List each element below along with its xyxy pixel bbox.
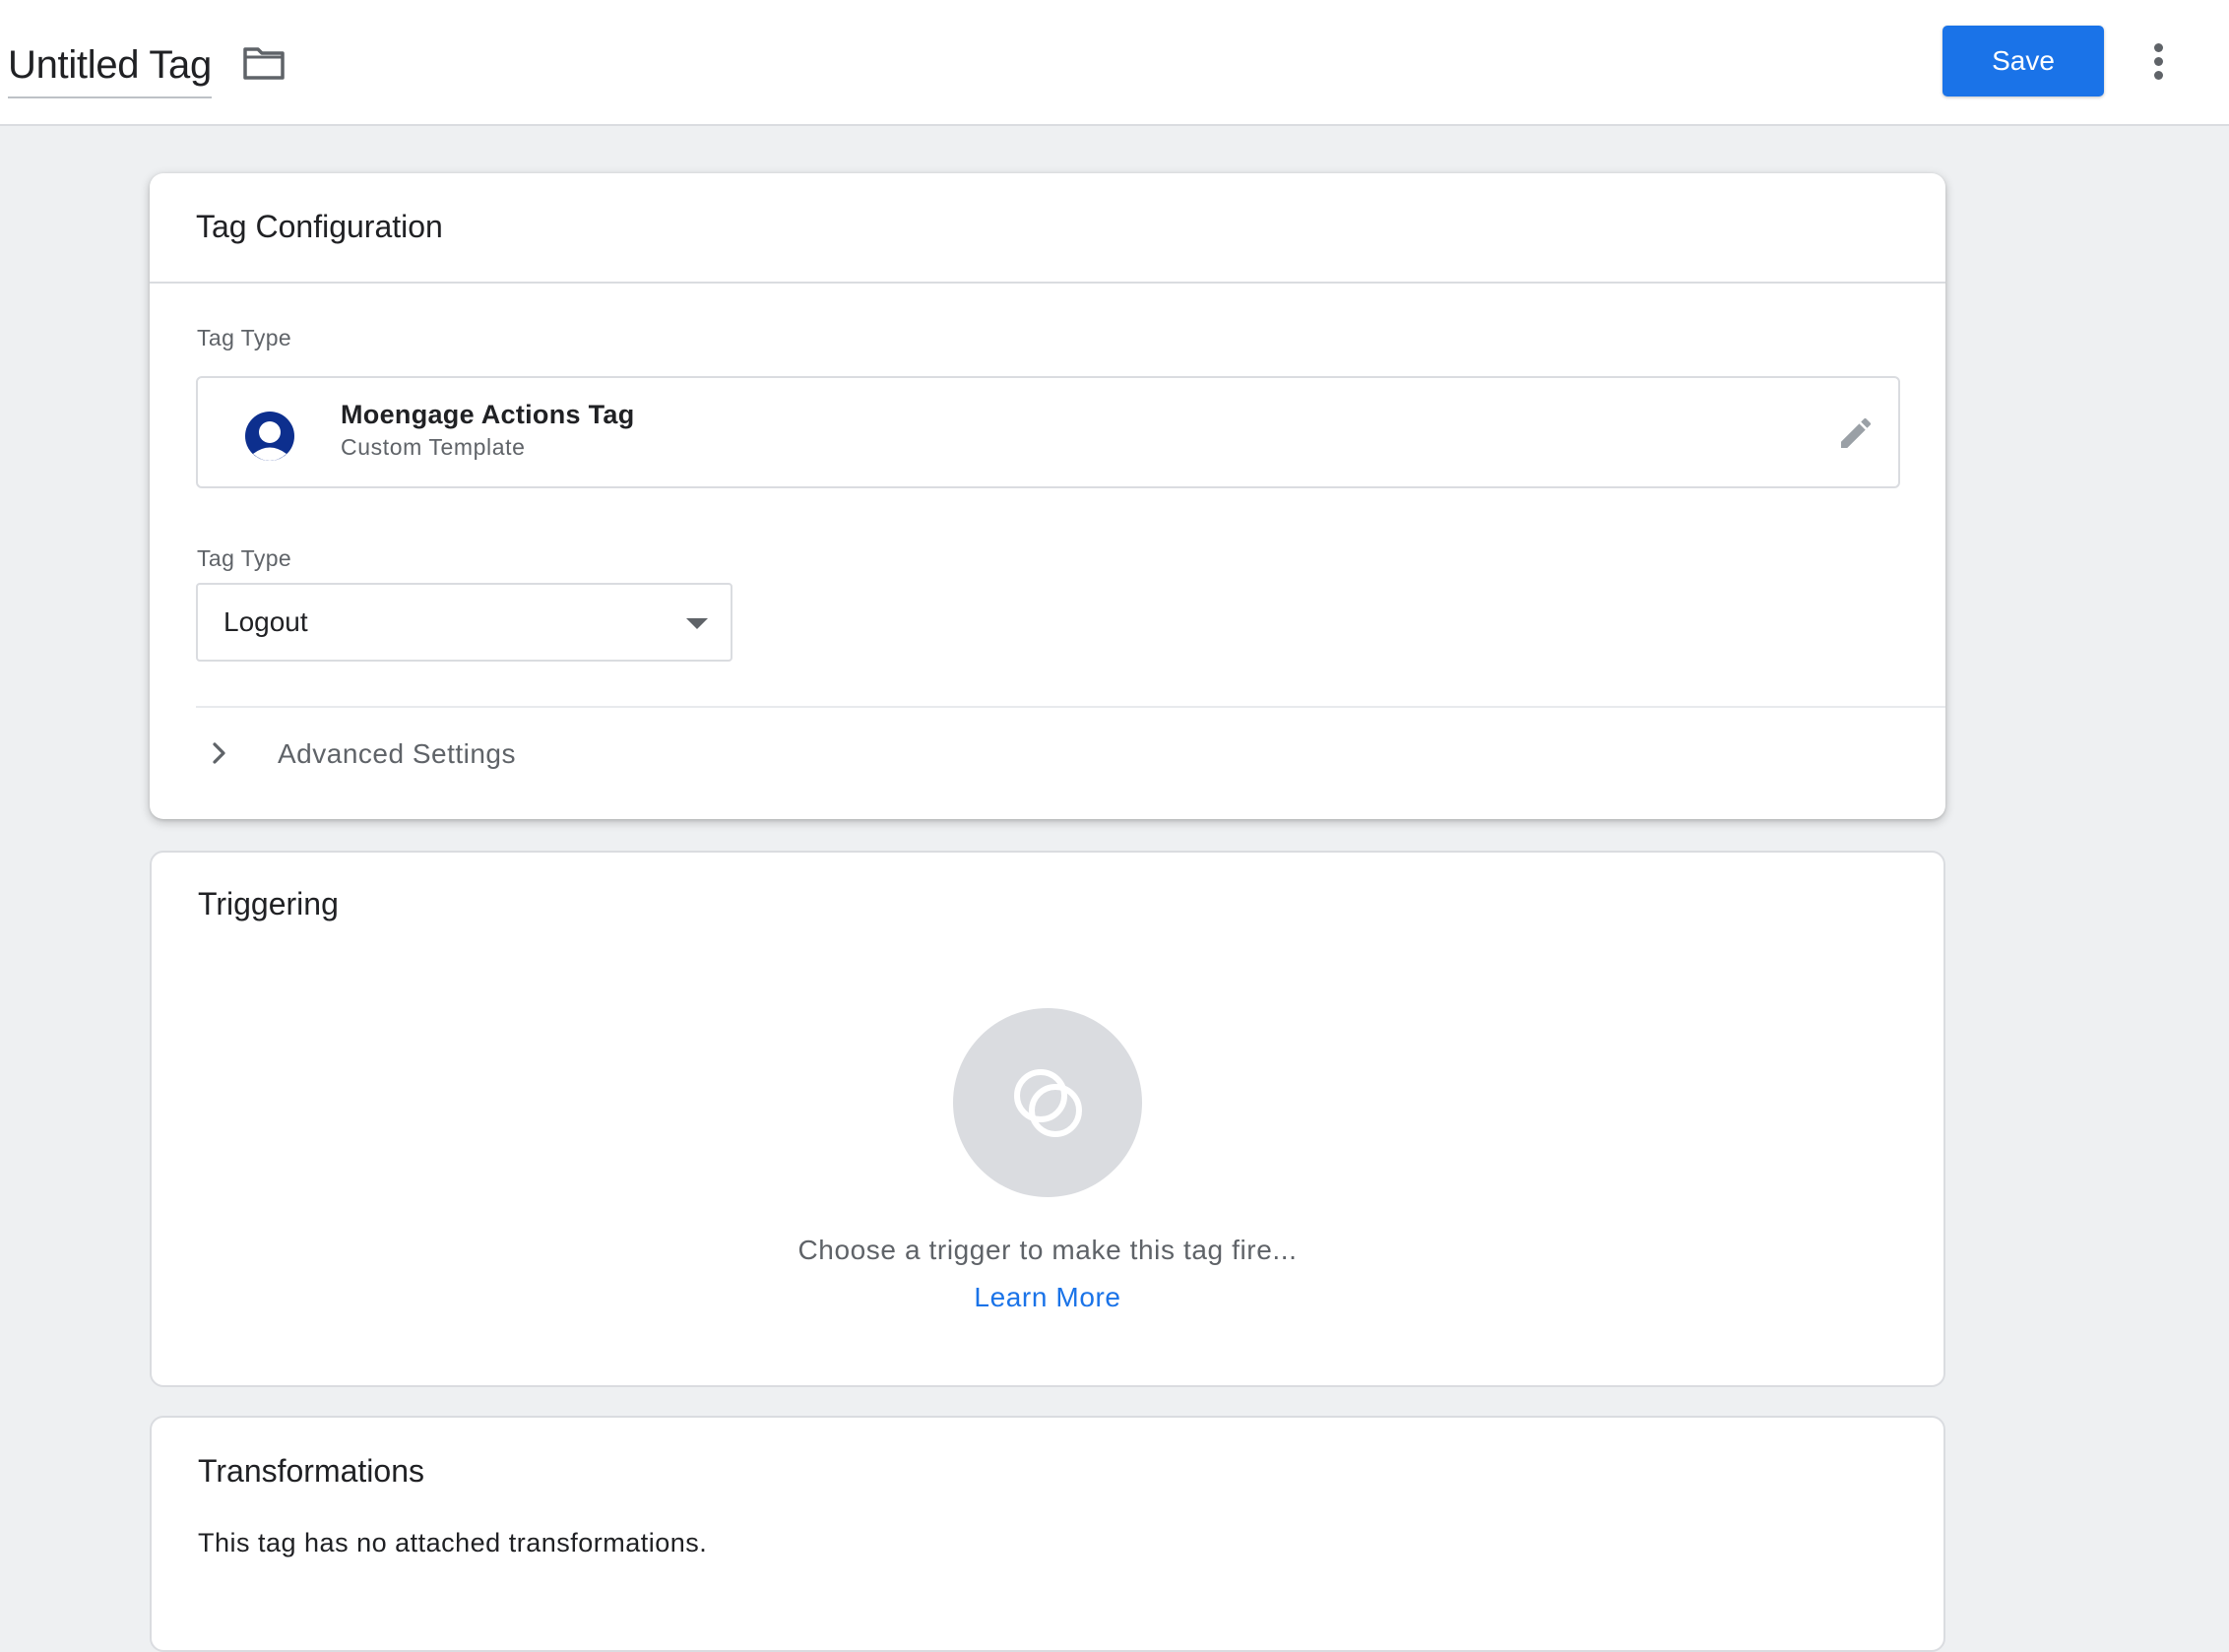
advanced-settings-label: Advanced Settings	[278, 738, 516, 769]
pencil-icon[interactable]	[1836, 413, 1876, 453]
tag-configuration-card: Tag Configuration Tag Type Moengage Acti…	[150, 173, 1945, 819]
save-button[interactable]: Save	[1942, 26, 2104, 96]
action-type-value: Logout	[223, 606, 308, 637]
trigger-empty-text: Choose a trigger to make this tag fire..…	[797, 1235, 1298, 1265]
action-type-label: Tag Type	[197, 545, 292, 571]
caret-down-icon	[686, 618, 708, 629]
divider	[150, 282, 1945, 284]
tag-title[interactable]: Untitled Tag	[8, 37, 212, 93]
triggering-card[interactable]: Triggering Choose a trigger to make this…	[150, 851, 1945, 1387]
template-name: Moengage Actions Tag	[341, 400, 635, 429]
trigger-placeholder[interactable]	[953, 1008, 1142, 1197]
trigger-icon	[1014, 1069, 1082, 1137]
triggering-title: Triggering	[198, 886, 339, 921]
transformations-title: Transformations	[198, 1453, 424, 1489]
advanced-settings-toggle[interactable]: Advanced Settings	[196, 725, 787, 784]
transformations-empty-text: This tag has no attached transformations…	[198, 1528, 708, 1557]
top-bar: Untitled Tag Save	[0, 0, 2229, 126]
tag-type-selector[interactable]: Moengage Actions Tag Custom Template	[196, 376, 1900, 488]
tag-name-field[interactable]: Untitled Tag	[8, 37, 212, 98]
learn-more-link[interactable]: Learn More	[152, 1282, 1943, 1313]
more-vert-icon[interactable]	[2141, 39, 2175, 85]
folder-icon[interactable]	[242, 45, 286, 81]
chevron-right-icon	[213, 742, 225, 764]
transformations-card: Transformations This tag has no attached…	[150, 1416, 1945, 1652]
action-type-select[interactable]: Logout	[196, 583, 732, 662]
tag-configuration-title: Tag Configuration	[196, 209, 443, 244]
template-subtitle: Custom Template	[341, 434, 526, 460]
divider	[196, 706, 1945, 708]
moengage-logo-icon	[245, 412, 294, 461]
tag-type-label: Tag Type	[197, 325, 292, 350]
